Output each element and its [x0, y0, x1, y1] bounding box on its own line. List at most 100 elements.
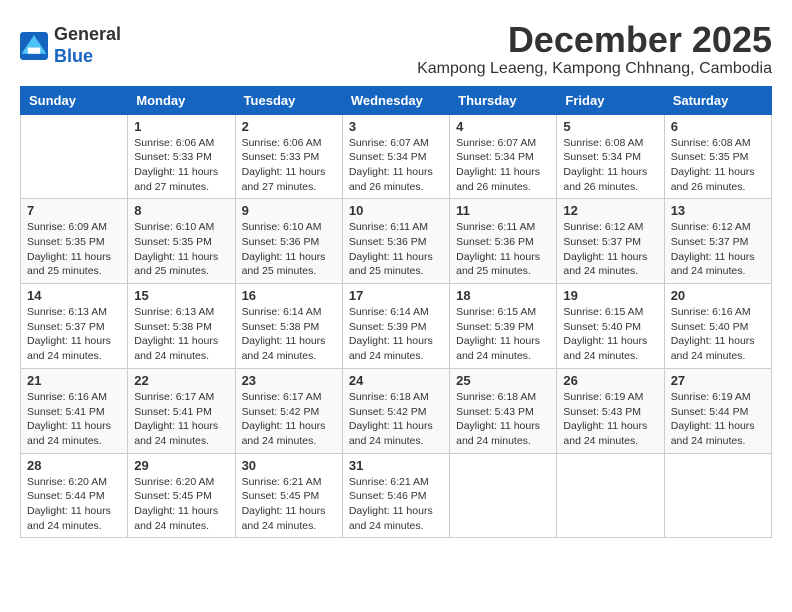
day-number: 15 [134, 288, 228, 303]
cell-content: Sunrise: 6:13 AM Sunset: 5:37 PM Dayligh… [27, 305, 121, 364]
day-number: 18 [456, 288, 550, 303]
cell-content: Sunrise: 6:18 AM Sunset: 5:42 PM Dayligh… [349, 390, 443, 449]
cell-content: Sunrise: 6:14 AM Sunset: 5:38 PM Dayligh… [242, 305, 336, 364]
day-number: 1 [134, 119, 228, 134]
day-number: 28 [27, 458, 121, 473]
day-number: 13 [671, 203, 765, 218]
calendar-cell: 4Sunrise: 6:07 AM Sunset: 5:34 PM Daylig… [450, 114, 557, 199]
cell-content: Sunrise: 6:11 AM Sunset: 5:36 PM Dayligh… [456, 220, 550, 279]
day-number: 25 [456, 373, 550, 388]
calendar-cell: 13 Sunrise: 6:12 AM Sunset: 5:37 PM Dayli… [664, 199, 771, 284]
calendar-cell: 17 Sunrise: 6:14 AM Sunset: 5:39 PM Dayli… [342, 284, 449, 369]
calendar-cell: 12 Sunrise: 6:12 AM Sunset: 5:37 PM Dayli… [557, 199, 664, 284]
cell-content: Sunrise: 6:20 AM Sunset: 5:44 PM Dayligh… [27, 475, 121, 534]
cell-content: Sunrise: 6:19 AM Sunset: 5:43 PM Dayligh… [563, 390, 657, 449]
cell-content: Sunrise: 6:06 AM Sunset: 5:33 PM Dayligh… [242, 136, 336, 195]
day-number: 24 [349, 373, 443, 388]
logo: General Blue [20, 24, 121, 67]
calendar-cell: 7 Sunrise: 6:09 AM Sunset: 5:35 PM Daylig… [21, 199, 128, 284]
calendar-cell: 15 Sunrise: 6:13 AM Sunset: 5:38 PM Dayli… [128, 284, 235, 369]
calendar-cell: 25Sunrise: 6:18 AM Sunset: 5:43 PM Dayli… [450, 368, 557, 453]
calendar-cell: 19 Sunrise: 6:15 AM Sunset: 5:40 PM Dayli… [557, 284, 664, 369]
day-number: 11 [456, 203, 550, 218]
calendar-cell [450, 453, 557, 538]
calendar-week-4: 21Sunrise: 6:16 AM Sunset: 5:41 PM Dayli… [21, 368, 772, 453]
calendar-cell: 1Sunrise: 6:06 AM Sunset: 5:33 PM Daylig… [128, 114, 235, 199]
calendar-week-5: 28 Sunrise: 6:20 AM Sunset: 5:44 PM Dayli… [21, 453, 772, 538]
day-number: 27 [671, 373, 765, 388]
cell-content: Sunrise: 6:14 AM Sunset: 5:39 PM Dayligh… [349, 305, 443, 364]
cell-content: Sunrise: 6:08 AM Sunset: 5:34 PM Dayligh… [563, 136, 657, 195]
cell-content: Sunrise: 6:16 AM Sunset: 5:41 PM Dayligh… [27, 390, 121, 449]
calendar-cell: 24 Sunrise: 6:18 AM Sunset: 5:42 PM Dayli… [342, 368, 449, 453]
logo-icon [20, 32, 48, 60]
day-number: 14 [27, 288, 121, 303]
logo-blue: Blue [54, 46, 93, 66]
calendar-table: SundayMondayTuesdayWednesdayThursdayFrid… [20, 86, 772, 539]
month-title: December 2025 [417, 20, 772, 60]
calendar-cell: 16 Sunrise: 6:14 AM Sunset: 5:38 PM Dayli… [235, 284, 342, 369]
day-number: 17 [349, 288, 443, 303]
day-number: 10 [349, 203, 443, 218]
cell-content: Sunrise: 6:15 AM Sunset: 5:40 PM Dayligh… [563, 305, 657, 364]
calendar-cell: 31Sunrise: 6:21 AM Sunset: 5:46 PM Dayli… [342, 453, 449, 538]
day-header-wednesday: Wednesday [342, 86, 449, 114]
location-subtitle: Kampong Leaeng, Kampong Chhnang, Cambodi… [417, 60, 772, 78]
calendar-cell: 5 Sunrise: 6:08 AM Sunset: 5:34 PM Daylig… [557, 114, 664, 199]
day-number: 22 [134, 373, 228, 388]
calendar-week-1: 1 Sunrise: 6:06 AM Sunset: 5:33 PM Daylig… [21, 114, 772, 199]
page-header: General Blue December 2025 Kampong Leaen… [20, 20, 772, 78]
cell-content: Sunrise: 6:11 AM Sunset: 5:36 PM Dayligh… [349, 220, 443, 279]
calendar-week-2: 7 Sunrise: 6:09 AM Sunset: 5:35 PM Daylig… [21, 199, 772, 284]
day-number: 8 [134, 203, 228, 218]
day-number: 5 [563, 119, 657, 134]
day-header-friday: Friday [557, 86, 664, 114]
cell-content: Sunrise: 6:15 AM Sunset: 5:39 PM Dayligh… [456, 305, 550, 364]
cell-content: Sunrise: 6:19 AM Sunset: 5:44 PM Dayligh… [671, 390, 765, 449]
day-number: 3 [349, 119, 443, 134]
cell-content: Sunrise: 6:17 AM Sunset: 5:41 PM Dayligh… [134, 390, 228, 449]
cell-content: Sunrise: 6:10 AM Sunset: 5:35 PM Dayligh… [134, 220, 228, 279]
calendar-cell [664, 453, 771, 538]
cell-content: Sunrise: 6:21 AM Sunset: 5:45 PM Dayligh… [242, 475, 336, 534]
day-number: 30 [242, 458, 336, 473]
cell-content: Sunrise: 6:08 AM Sunset: 5:35 PM Dayligh… [671, 136, 765, 195]
calendar-cell: 29 Sunrise: 6:20 AM Sunset: 5:45 PM Dayli… [128, 453, 235, 538]
calendar-cell [557, 453, 664, 538]
day-number: 16 [242, 288, 336, 303]
day-number: 19 [563, 288, 657, 303]
cell-content: Sunrise: 6:07 AM Sunset: 5:34 PM Dayligh… [456, 136, 550, 195]
day-number: 12 [563, 203, 657, 218]
cell-content: Sunrise: 6:17 AM Sunset: 5:42 PM Dayligh… [242, 390, 336, 449]
calendar-cell: 2 Sunrise: 6:06 AM Sunset: 5:33 PM Daylig… [235, 114, 342, 199]
day-number: 7 [27, 203, 121, 218]
day-number: 26 [563, 373, 657, 388]
cell-content: Sunrise: 6:13 AM Sunset: 5:38 PM Dayligh… [134, 305, 228, 364]
cell-content: Sunrise: 6:12 AM Sunset: 5:37 PM Dayligh… [671, 220, 765, 279]
calendar-cell [21, 114, 128, 199]
day-header-saturday: Saturday [664, 86, 771, 114]
cell-content: Sunrise: 6:10 AM Sunset: 5:36 PM Dayligh… [242, 220, 336, 279]
cell-content: Sunrise: 6:09 AM Sunset: 5:35 PM Dayligh… [27, 220, 121, 279]
calendar-cell: 20Sunrise: 6:16 AM Sunset: 5:40 PM Dayli… [664, 284, 771, 369]
cell-content: Sunrise: 6:12 AM Sunset: 5:37 PM Dayligh… [563, 220, 657, 279]
calendar-cell: 11 Sunrise: 6:11 AM Sunset: 5:36 PM Dayli… [450, 199, 557, 284]
day-number: 23 [242, 373, 336, 388]
day-header-monday: Monday [128, 86, 235, 114]
logo-text: General Blue [54, 24, 121, 67]
calendar-cell: 9Sunrise: 6:10 AM Sunset: 5:36 PM Daylig… [235, 199, 342, 284]
calendar-cell: 26 Sunrise: 6:19 AM Sunset: 5:43 PM Dayli… [557, 368, 664, 453]
cell-content: Sunrise: 6:07 AM Sunset: 5:34 PM Dayligh… [349, 136, 443, 195]
title-section: December 2025 Kampong Leaeng, Kampong Ch… [417, 20, 772, 78]
calendar-cell: 10 Sunrise: 6:11 AM Sunset: 5:36 PM Dayli… [342, 199, 449, 284]
day-number: 29 [134, 458, 228, 473]
calendar-cell: 30 Sunrise: 6:21 AM Sunset: 5:45 PM Dayli… [235, 453, 342, 538]
day-number: 2 [242, 119, 336, 134]
calendar-cell: 18 Sunrise: 6:15 AM Sunset: 5:39 PM Dayli… [450, 284, 557, 369]
day-header-sunday: Sunday [21, 86, 128, 114]
day-number: 31 [349, 458, 443, 473]
day-header-tuesday: Tuesday [235, 86, 342, 114]
calendar-cell: 21Sunrise: 6:16 AM Sunset: 5:41 PM Dayli… [21, 368, 128, 453]
cell-content: Sunrise: 6:20 AM Sunset: 5:45 PM Dayligh… [134, 475, 228, 534]
calendar-cell: 8 Sunrise: 6:10 AM Sunset: 5:35 PM Daylig… [128, 199, 235, 284]
